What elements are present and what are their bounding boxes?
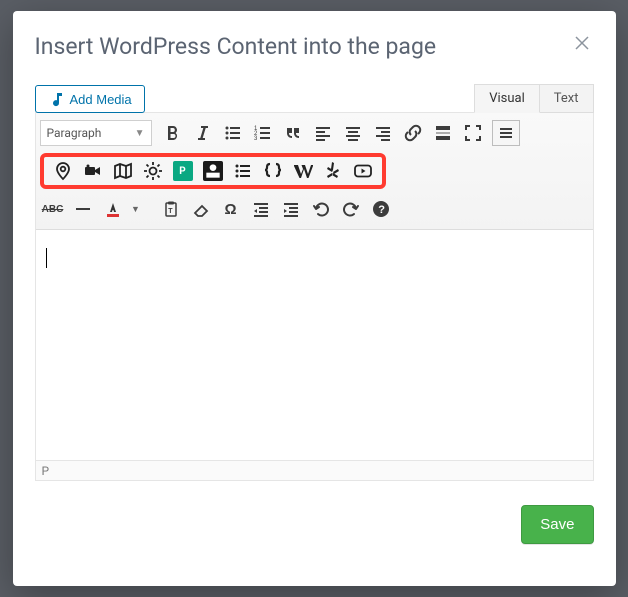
yelp-button[interactable] xyxy=(318,157,348,185)
align-center-button[interactable] xyxy=(338,119,368,147)
add-media-button[interactable]: Add Media xyxy=(35,85,145,113)
save-button[interactable]: Save xyxy=(521,505,593,544)
hr-icon xyxy=(74,200,92,218)
paragraph-label: Paragraph xyxy=(47,126,102,140)
special-char-button[interactable]: Ω xyxy=(216,195,246,223)
number-list-icon: 123 xyxy=(254,124,272,142)
align-right-button[interactable] xyxy=(368,119,398,147)
align-center-icon xyxy=(344,124,362,142)
modal-title: Insert WordPress Content into the page xyxy=(35,33,594,60)
map-button[interactable] xyxy=(108,157,138,185)
read-more-button[interactable] xyxy=(428,119,458,147)
editor-toolbar: Paragraph ▼ 123 xyxy=(36,113,593,230)
youtube-button[interactable] xyxy=(348,157,378,185)
undo-icon xyxy=(312,200,330,218)
link-button[interactable] xyxy=(398,119,428,147)
bold-button[interactable] xyxy=(158,119,188,147)
svg-text:?: ? xyxy=(378,204,385,216)
map-pin-button[interactable] xyxy=(48,157,78,185)
braces-button[interactable] xyxy=(258,157,288,185)
clear-format-button[interactable] xyxy=(186,195,216,223)
omega-icon: Ω xyxy=(224,201,236,218)
bold-icon xyxy=(164,124,182,142)
eraser-icon xyxy=(192,200,210,218)
editor-container: Paragraph ▼ 123 xyxy=(35,112,594,481)
map-icon xyxy=(113,161,133,181)
element-path-value: P xyxy=(42,464,50,478)
editor-tabs: Visual Text xyxy=(474,84,593,113)
redo-button[interactable] xyxy=(336,195,366,223)
bullet-indent-icon xyxy=(233,161,253,181)
number-list-button[interactable]: 123 xyxy=(248,119,278,147)
hr-button[interactable] xyxy=(68,195,98,223)
sun-icon xyxy=(143,161,163,181)
align-left-button[interactable] xyxy=(308,119,338,147)
clipboard-icon: T xyxy=(162,200,180,218)
chevron-down-icon: ▼ xyxy=(135,128,145,139)
bullet-indent-button[interactable] xyxy=(228,157,258,185)
blockquote-icon xyxy=(284,124,302,142)
pexels-icon: P xyxy=(173,161,193,181)
youtube-icon xyxy=(353,161,373,181)
toolbar-toggle-icon xyxy=(497,124,515,142)
tab-text[interactable]: Text xyxy=(540,84,594,113)
map-pin-icon xyxy=(53,161,73,181)
undo-button[interactable] xyxy=(306,195,336,223)
text-color-dropdown[interactable]: ▼ xyxy=(128,195,144,223)
help-button[interactable]: ? xyxy=(366,195,396,223)
pexels-button[interactable]: P xyxy=(168,157,198,185)
svg-text:3: 3 xyxy=(254,136,258,142)
align-left-icon xyxy=(314,124,332,142)
wikipedia-button[interactable] xyxy=(288,157,318,185)
editor-textarea[interactable] xyxy=(36,230,593,460)
add-media-label: Add Media xyxy=(70,92,132,107)
paste-text-button[interactable]: T xyxy=(156,195,186,223)
camera-video-icon xyxy=(83,161,103,181)
highlighted-plugin-toolbar: P xyxy=(40,153,386,189)
read-more-icon xyxy=(434,124,452,142)
help-icon: ? xyxy=(372,200,390,218)
strikethrough-icon: ABC xyxy=(42,204,64,215)
fullscreen-button[interactable] xyxy=(458,119,488,147)
italic-icon xyxy=(194,124,212,142)
camera-video-button[interactable] xyxy=(78,157,108,185)
element-path-bar: P xyxy=(36,460,593,480)
bullet-list-icon xyxy=(224,124,242,142)
bullet-list-button[interactable] xyxy=(218,119,248,147)
indent-button[interactable] xyxy=(276,195,306,223)
pixabay-icon xyxy=(203,161,223,181)
text-cursor xyxy=(46,248,47,268)
music-note-icon xyxy=(48,91,64,107)
text-color-icon xyxy=(104,200,122,218)
align-right-icon xyxy=(374,124,392,142)
redo-icon xyxy=(342,200,360,218)
italic-button[interactable] xyxy=(188,119,218,147)
close-icon xyxy=(574,35,590,51)
link-icon xyxy=(404,124,422,142)
fullscreen-icon xyxy=(464,124,482,142)
toolbar-toggle-button[interactable] xyxy=(492,120,520,146)
braces-icon xyxy=(263,161,283,181)
text-color-button[interactable] xyxy=(98,195,128,223)
modal-dialog: Insert WordPress Content into the page A… xyxy=(13,11,616,586)
yelp-icon xyxy=(323,161,343,181)
close-button[interactable] xyxy=(574,33,594,53)
paragraph-dropdown[interactable]: Paragraph ▼ xyxy=(40,120,152,146)
svg-text:T: T xyxy=(168,208,173,215)
outdent-icon xyxy=(252,200,270,218)
wikipedia-icon xyxy=(293,161,313,181)
indent-icon xyxy=(282,200,300,218)
outdent-button[interactable] xyxy=(246,195,276,223)
chevron-down-icon: ▼ xyxy=(131,204,140,214)
sun-button[interactable] xyxy=(138,157,168,185)
blockquote-button[interactable] xyxy=(278,119,308,147)
pixabay-button[interactable] xyxy=(198,157,228,185)
strikethrough-button[interactable]: ABC xyxy=(38,195,68,223)
tab-visual[interactable]: Visual xyxy=(474,84,540,113)
